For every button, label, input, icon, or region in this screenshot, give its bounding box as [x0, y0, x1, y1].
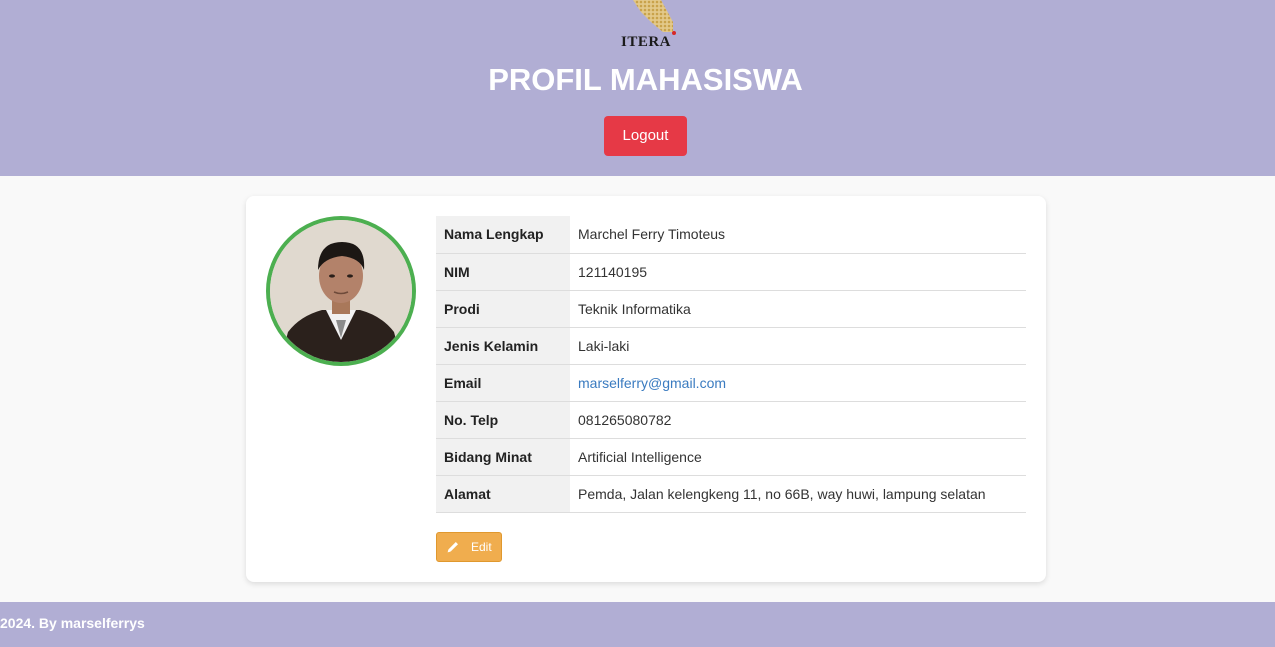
email-link[interactable]: marselferry@gmail.com — [570, 364, 1026, 402]
row-value-alamat: Pemda, Jalan kelengkeng 11, no 66B, way … — [570, 475, 1026, 513]
row-value-jenis-kelamin: Laki-laki — [570, 327, 1026, 365]
table-row: NIM 121140195 — [436, 253, 1026, 291]
row-value-bidang-minat: Artificial Intelligence — [570, 438, 1026, 476]
table-row: No. Telp 081265080782 — [436, 401, 1026, 439]
row-label-bidang-minat: Bidang Minat — [436, 438, 570, 476]
logo-text: ITERA — [620, 34, 671, 50]
student-photo-image — [270, 220, 412, 362]
row-label-nim: NIM — [436, 253, 570, 291]
page-header: ITERA PROFIL MAHASISWA Logout — [0, 0, 1275, 176]
logout-button[interactable]: Logout — [604, 116, 687, 156]
profile-photo — [266, 216, 416, 366]
edit-button[interactable]: Edit — [436, 532, 502, 562]
table-row: Nama Lengkap Marchel Ferry Timoteus — [436, 216, 1026, 254]
page-title: PROFIL MAHASISWA — [488, 62, 803, 97]
row-value-telp: 081265080782 — [570, 401, 1026, 439]
table-row: Bidang Minat Artificial Intelligence — [436, 438, 1026, 476]
row-value-nim: 121140195 — [570, 253, 1026, 291]
pencil-icon — [447, 542, 458, 553]
row-value-nama: Marchel Ferry Timoteus — [570, 216, 1026, 254]
profile-info-table: Nama Lengkap Marchel Ferry Timoteus NIM … — [436, 216, 1026, 513]
profile-card: Nama Lengkap Marchel Ferry Timoteus NIM … — [246, 196, 1046, 582]
row-label-prodi: Prodi — [436, 290, 570, 328]
row-value-prodi: Teknik Informatika — [570, 290, 1026, 328]
table-row: Alamat Pemda, Jalan kelengkeng 11, no 66… — [436, 475, 1026, 513]
table-row: Prodi Teknik Informatika — [436, 290, 1026, 328]
itera-logo: ITERA — [611, 0, 681, 52]
row-label-alamat: Alamat — [436, 475, 570, 513]
row-label-jenis-kelamin: Jenis Kelamin — [436, 327, 570, 365]
row-label-nama: Nama Lengkap — [436, 216, 570, 254]
table-row: Jenis Kelamin Laki-laki — [436, 327, 1026, 365]
row-label-telp: No. Telp — [436, 401, 570, 439]
row-label-email: Email — [436, 364, 570, 402]
edit-button-label: Edit — [471, 540, 492, 554]
page-footer: 2024. By marselferrys — [0, 602, 1275, 647]
footer-text: 2024. By marselferrys — [0, 615, 145, 631]
table-row: Email marselferry@gmail.com — [436, 364, 1026, 402]
